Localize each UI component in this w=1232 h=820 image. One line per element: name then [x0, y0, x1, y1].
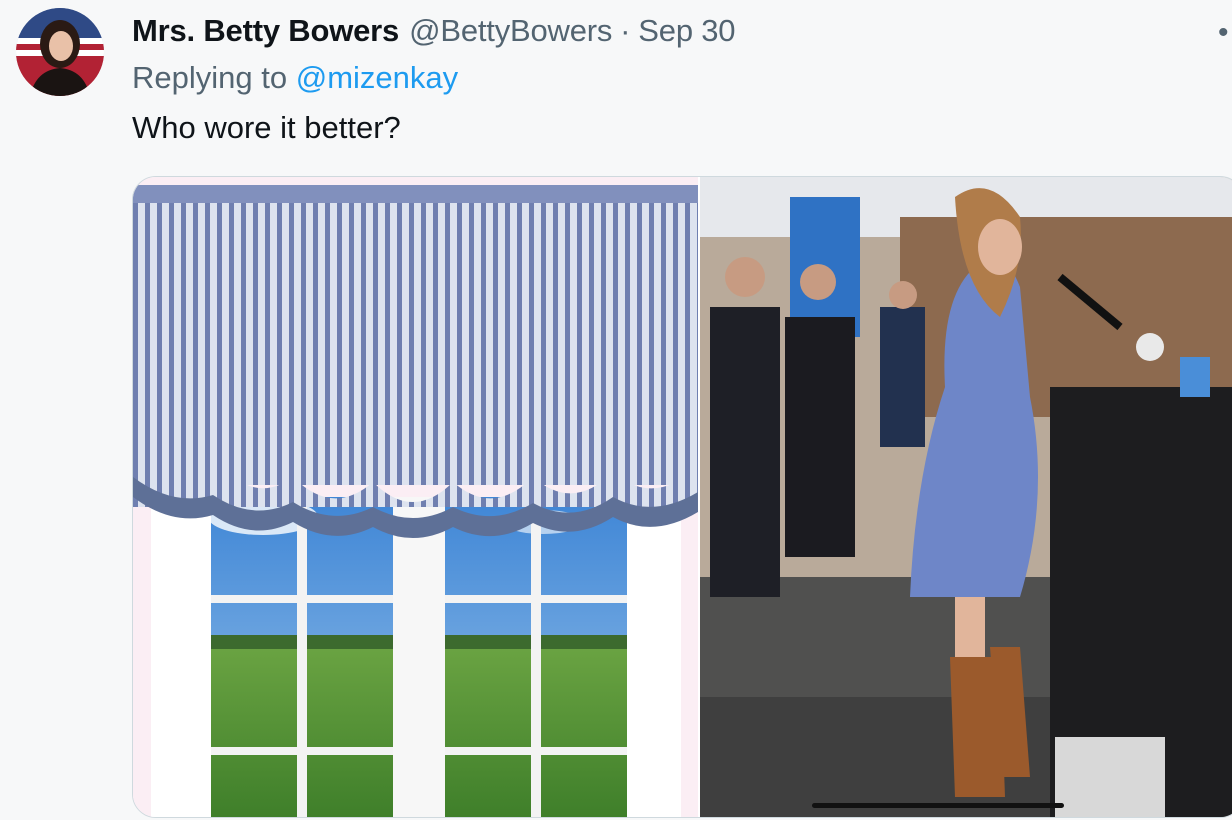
author-avatar[interactable]	[16, 8, 104, 96]
press-conference-image	[700, 177, 1232, 817]
author-handle[interactable]: @BettyBowers	[409, 13, 612, 49]
tweet-media[interactable]	[132, 176, 1232, 818]
replying-to-line: Replying to @mizenkay	[132, 60, 458, 96]
tweet-header: Mrs. Betty Bowers @BettyBowers · Sep 30	[132, 12, 736, 50]
tweet-date[interactable]: Sep 30	[638, 13, 735, 49]
replying-to-mention[interactable]: @mizenkay	[296, 60, 458, 95]
header-separator: ·	[620, 13, 631, 48]
media-scroll-indicator[interactable]	[812, 803, 1064, 808]
curtain-window-image	[133, 177, 698, 817]
author-name[interactable]: Mrs. Betty Bowers	[132, 13, 399, 49]
more-options-icon[interactable]: •	[1218, 16, 1232, 50]
media-image-right[interactable]	[700, 177, 1232, 817]
media-image-left[interactable]	[133, 177, 698, 817]
tweet-text: Who wore it better?	[132, 110, 401, 145]
avatar-image	[16, 8, 104, 96]
replying-to-label: Replying to	[132, 60, 288, 95]
